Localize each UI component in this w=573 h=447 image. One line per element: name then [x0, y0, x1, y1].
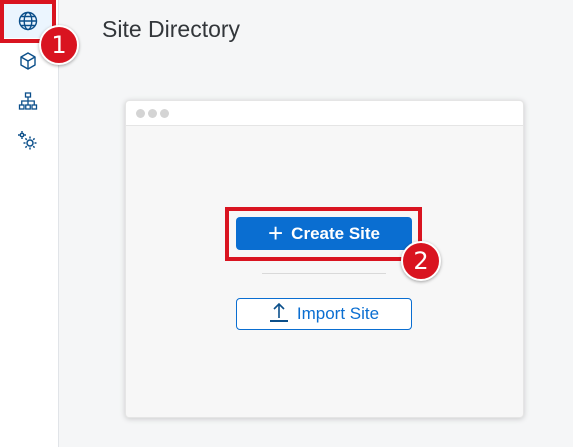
divider [262, 273, 386, 274]
create-site-button[interactable]: + Create Site [236, 217, 412, 250]
nav-item-hierarchy[interactable] [4, 84, 52, 118]
step-badge-2: 2 [401, 241, 441, 281]
app-window: 1 Site Directory + Create Site 2 Import … [0, 0, 573, 447]
globe-icon [17, 10, 39, 32]
import-site-label: Import Site [296, 304, 380, 323]
gears-icon [16, 129, 40, 153]
browser-bar [126, 101, 523, 126]
plus-icon: + [267, 217, 284, 248]
window-dot [148, 108, 157, 118]
import-site-button[interactable]: Import Site [236, 298, 412, 330]
site-placeholder-card [125, 100, 524, 418]
step-badge-1: 1 [39, 25, 79, 65]
page-title: Site Directory [102, 16, 241, 42]
window-dot [136, 108, 145, 118]
window-dot [160, 108, 169, 118]
side-navigation [0, 0, 59, 447]
create-site-label: Create Site [291, 223, 380, 243]
nav-item-settings[interactable] [4, 124, 52, 158]
hierarchy-icon [17, 90, 39, 112]
cube-icon [17, 50, 39, 72]
upload-icon [269, 301, 289, 328]
